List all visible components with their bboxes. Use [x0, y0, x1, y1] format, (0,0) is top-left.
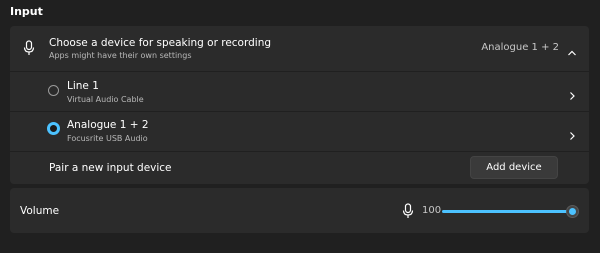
volume-value: 100: [422, 205, 442, 216]
volume-row: Volume 100: [10, 188, 589, 233]
device-chooser-title: Choose a device for speaking or recordin…: [49, 37, 272, 49]
device-option-analogue[interactable]: Analogue 1 + 2 Focusrite USB Audio: [10, 112, 589, 151]
device-radio-analogue[interactable]: [47, 122, 60, 135]
device-chooser-subtitle: Apps might have their own settings: [49, 51, 192, 60]
device-option-line-1[interactable]: Line 1 Virtual Audio Cable: [10, 72, 589, 111]
pair-device-row: Pair a new input device Add device: [10, 152, 589, 184]
section-title: Input: [10, 5, 43, 18]
selected-device-value: Analogue 1 + 2: [481, 42, 559, 53]
volume-slider-thumb[interactable]: [565, 205, 579, 218]
pair-device-label: Pair a new input device: [49, 162, 172, 174]
chevron-right-icon[interactable]: [567, 126, 577, 140]
volume-label: Volume: [20, 205, 60, 217]
chevron-up-icon[interactable]: [567, 43, 577, 56]
microphone-icon: [401, 203, 415, 219]
add-device-button[interactable]: Add device: [470, 156, 558, 179]
device-chooser-header[interactable]: Choose a device for speaking or recordin…: [10, 26, 589, 71]
device-radio-line-1[interactable]: [48, 85, 59, 96]
device-name: Analogue 1 + 2: [67, 119, 149, 131]
device-description: Virtual Audio Cable: [67, 95, 144, 104]
device-description: Focusrite USB Audio: [67, 134, 148, 143]
microphone-icon: [22, 40, 36, 56]
device-name: Line 1: [67, 80, 99, 92]
volume-slider-track[interactable]: [442, 210, 572, 213]
chevron-right-icon[interactable]: [567, 86, 577, 100]
